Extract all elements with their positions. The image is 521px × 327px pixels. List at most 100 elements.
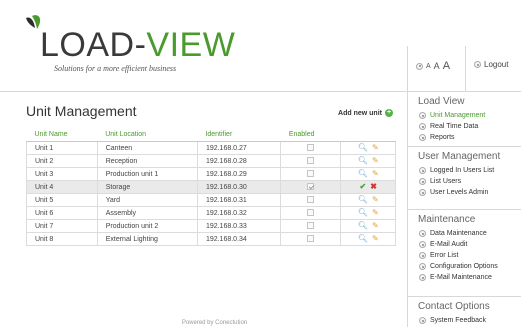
sidebar-item[interactable]: System Feedback xyxy=(419,315,521,326)
unit-name-cell: Unit 6 xyxy=(26,206,98,220)
identifier-cell: 192.168.0.31 xyxy=(196,193,282,207)
header-divider xyxy=(465,46,466,92)
column-header-unit-location[interactable]: Unit Location xyxy=(97,128,198,142)
search-icon[interactable]: 🔍︎ xyxy=(358,209,368,217)
actions-cell: 🔍︎ ✎ xyxy=(340,193,396,207)
edit-icon[interactable]: ✎ xyxy=(372,196,379,204)
identifier-cell: 192.168.0.34 xyxy=(196,232,282,246)
search-icon[interactable]: 🔍︎ xyxy=(358,144,368,152)
sidebar-item[interactable]: Real Time Data xyxy=(419,121,521,132)
unit-name-cell: Unit 4 xyxy=(26,180,98,194)
confirm-icon[interactable]: ✔ xyxy=(360,183,367,191)
search-icon[interactable]: 🔍︎ xyxy=(358,235,368,243)
unit-location-cell: Production unit 2 xyxy=(96,219,198,233)
bullet-icon xyxy=(419,123,426,130)
table-row[interactable]: Unit 6 Assembly 192.168.0.32 🔍︎ ✎ xyxy=(26,206,396,220)
unit-location-cell: Production unit 1 xyxy=(96,167,198,181)
edit-icon[interactable]: ✎ xyxy=(372,157,379,165)
bullet-icon xyxy=(474,61,481,68)
sidebar-section: Maintenance Data Maintenance E-Mail Audit E… xyxy=(408,209,521,283)
add-unit-label: Add new unit xyxy=(338,109,382,117)
font-size-control[interactable]: A A A xyxy=(416,60,450,72)
table-row[interactable]: Unit 5 Yard 192.168.0.31 🔍︎ ✎ xyxy=(26,193,396,207)
sidebar-item[interactable]: E-Mail Audit xyxy=(419,239,521,250)
table-row[interactable]: Unit 2 Reception 192.168.0.28 🔍︎ ✎ xyxy=(26,154,396,168)
search-icon[interactable]: 🔍︎ xyxy=(358,222,368,230)
enabled-checkbox[interactable] xyxy=(307,157,315,165)
edit-icon[interactable]: ✎ xyxy=(372,222,379,230)
sidebar-section-title: User Management xyxy=(418,151,501,162)
identifier-cell: 192.168.0.27 xyxy=(196,141,282,155)
edit-icon[interactable]: ✎ xyxy=(372,144,379,152)
table-row[interactable]: Unit 8 External Lighting 192.168.0.34 🔍︎ ✎ xyxy=(26,232,396,246)
enabled-cell xyxy=(280,206,342,220)
actions-cell: 🔍︎ ✎ xyxy=(340,232,396,246)
search-icon[interactable]: 🔍︎ xyxy=(358,196,368,204)
sidebar-item[interactable]: Configuration Options xyxy=(419,261,521,272)
sidebar-item-label: Reports xyxy=(430,134,455,141)
unit-location-cell: Reception xyxy=(96,154,198,168)
units-table: Unit Name Unit Location Identifier Enabl… xyxy=(26,128,396,246)
table-header-row: Unit Name Unit Location Identifier Enabl… xyxy=(26,128,396,142)
table-row[interactable]: Unit 7 Production unit 2 192.168.0.33 🔍︎ ✎ xyxy=(26,219,396,233)
load-view-logo[interactable]: LOAD-VIEW Solutions for a more efficient… xyxy=(24,14,235,78)
unit-name-cell: Unit 7 xyxy=(26,219,98,233)
column-header-actions xyxy=(340,128,396,142)
sidebar-item[interactable]: E-Mail Maintenance xyxy=(419,272,521,283)
edit-icon[interactable]: ✎ xyxy=(372,170,379,178)
enabled-checkbox[interactable] xyxy=(307,144,315,152)
main-content: Unit Management Add new unit + Unit Name… xyxy=(22,92,407,327)
unit-name-cell: Unit 8 xyxy=(26,232,98,246)
sidebar-item[interactable]: Unit Management xyxy=(419,110,521,121)
actions-cell: ✔ ✖ xyxy=(340,180,396,194)
bullet-icon xyxy=(419,241,426,248)
search-icon[interactable]: 🔍︎ xyxy=(358,170,368,178)
sidebar-section: Load View Unit Management Real Time Data Re… xyxy=(408,92,521,143)
enabled-checkbox[interactable] xyxy=(307,209,315,217)
identifier-cell: 192.168.0.28 xyxy=(196,154,282,168)
enabled-checkbox[interactable] xyxy=(307,196,315,204)
sidebar-item[interactable]: Reports xyxy=(419,132,521,143)
bullet-icon xyxy=(419,112,426,119)
enabled-checkbox[interactable] xyxy=(307,170,315,178)
column-header-enabled[interactable]: Enabled xyxy=(280,128,341,142)
font-small-button[interactable]: A xyxy=(426,63,431,70)
cancel-icon[interactable]: ✖ xyxy=(370,183,377,191)
brand-tagline: Solutions for a more efficient business xyxy=(54,64,177,73)
unit-name-cell: Unit 3 xyxy=(26,167,98,181)
bullet-icon xyxy=(419,317,426,324)
unit-name-cell: Unit 5 xyxy=(26,193,98,207)
table-row[interactable]: Unit 3 Production unit 1 192.168.0.29 🔍︎ ✎ xyxy=(26,167,396,181)
add-unit-button[interactable]: Add new unit + xyxy=(338,109,393,117)
sidebar-item[interactable]: User Levels Admin xyxy=(419,187,521,198)
sidebar-item-label: System Feedback xyxy=(430,317,487,324)
table-row[interactable]: Unit 1 Canteen 192.168.0.27 🔍︎ ✎ xyxy=(26,141,396,155)
sidebar-item[interactable]: Error List xyxy=(419,250,521,261)
font-large-button[interactable]: A xyxy=(443,60,450,72)
enabled-cell xyxy=(280,154,342,168)
actions-cell: 🔍︎ ✎ xyxy=(340,154,396,168)
enabled-checkbox[interactable] xyxy=(307,222,315,230)
page-title: Unit Management xyxy=(26,103,137,119)
search-icon[interactable]: 🔍︎ xyxy=(358,157,368,165)
edit-icon[interactable]: ✎ xyxy=(372,235,379,243)
logout-button[interactable]: Logout xyxy=(474,60,508,69)
column-header-unit-name[interactable]: Unit Name xyxy=(26,128,98,142)
enabled-checkbox[interactable] xyxy=(307,235,315,243)
enabled-checkbox[interactable] xyxy=(307,183,315,191)
enabled-cell xyxy=(280,193,342,207)
unit-name-cell: Unit 2 xyxy=(26,154,98,168)
unit-name-cell: Unit 1 xyxy=(26,141,98,155)
sidebar-item-label: Error List xyxy=(430,252,459,259)
sidebar-item-label: Unit Management xyxy=(430,112,486,119)
sidebar-item[interactable]: List Users xyxy=(419,176,521,187)
bullet-icon xyxy=(416,62,423,70)
table-row[interactable]: Unit 4 Storage 192.168.0.30 ✔ ✖ xyxy=(26,180,396,194)
sidebar-item[interactable]: Data Maintenance xyxy=(419,228,521,239)
bullet-icon xyxy=(419,167,426,174)
sidebar-section: Contact Options System Feedback xyxy=(408,296,521,326)
sidebar-item[interactable]: Logged In Users List xyxy=(419,165,521,176)
edit-icon[interactable]: ✎ xyxy=(372,209,379,217)
font-medium-button[interactable]: A xyxy=(434,61,440,71)
column-header-identifier[interactable]: Identifier xyxy=(197,128,281,142)
